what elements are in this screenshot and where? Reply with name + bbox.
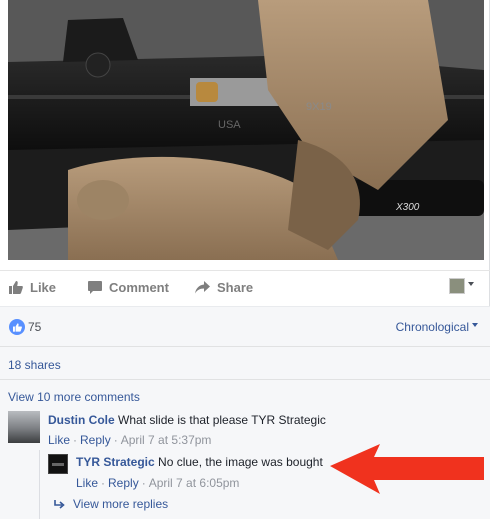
like-count[interactable]: 75 — [28, 320, 41, 334]
comment-timestamp[interactable]: April 7 at 5:37pm — [121, 433, 212, 447]
shares-link[interactable]: 18 shares — [8, 358, 61, 372]
comment-meta: Like · Reply · April 7 at 5:37pm — [48, 433, 211, 447]
view-more-replies-link[interactable]: View more replies — [54, 497, 168, 511]
comment-button[interactable]: Comment — [88, 280, 169, 295]
comment-author[interactable]: Dustin Cole — [48, 413, 115, 427]
view-more-comments-link[interactable]: View 10 more comments — [8, 390, 140, 404]
facebook-post: 9X19 USA X300 Like Comment Share 75 Chro… — [0, 0, 490, 519]
shares-row: 18 shares — [0, 346, 490, 379]
comment-order-dropdown[interactable]: Chronological — [396, 320, 478, 334]
share-button-label: Share — [217, 280, 254, 295]
like-button[interactable]: Like — [9, 280, 56, 295]
thumbs-up-icon — [12, 322, 22, 332]
comment-order-label: Chronological — [395, 320, 469, 334]
reply-thread-line — [39, 450, 40, 519]
reply-body: TYR Strategic No clue, the image was bou… — [76, 455, 323, 469]
share-arrow-icon — [195, 281, 210, 294]
reply-timestamp[interactable]: April 7 at 6:05pm — [149, 476, 240, 490]
reply-author[interactable]: TYR Strategic — [76, 455, 155, 469]
annotation-arrow — [330, 444, 484, 494]
speech-bubble-icon — [88, 281, 102, 294]
marking-x300: X300 — [395, 202, 420, 213]
thumbs-up-icon — [9, 281, 23, 294]
comment-like-link[interactable]: Like — [48, 433, 70, 447]
caret-down-icon[interactable] — [468, 282, 474, 286]
like-reaction-icon[interactable] — [9, 319, 25, 335]
avatar[interactable] — [8, 411, 40, 443]
comment-body: Dustin Cole What slide is that please TY… — [48, 413, 326, 427]
marking-9x19: 9X19 — [306, 101, 332, 113]
separator-dot: · — [101, 476, 106, 490]
post-photo[interactable]: 9X19 USA X300 — [8, 0, 484, 260]
marking-usa: USA — [218, 119, 241, 131]
reactions-summary: 75 Chronological — [0, 306, 490, 346]
pistol-photo-illustration: 9X19 USA X300 — [8, 0, 484, 260]
reply-like-link[interactable]: Like — [76, 476, 98, 490]
like-button-label: Like — [30, 280, 57, 295]
caret-down-icon — [472, 322, 478, 327]
comment-text: What slide is that please TYR Strategic — [118, 413, 326, 427]
separator-dot: · — [141, 476, 146, 490]
comment-button-label: Comment — [109, 280, 169, 295]
comment-reply-link[interactable]: Reply — [80, 433, 111, 447]
post-action-bar: Like Comment Share — [0, 270, 490, 304]
view-more-replies-label: View more replies — [73, 497, 169, 511]
separator-dot: · — [113, 433, 118, 447]
share-button[interactable]: Share — [195, 280, 253, 295]
reply-meta: Like · Reply · April 7 at 6:05pm — [76, 476, 239, 490]
reply-arrow-icon — [54, 499, 65, 509]
post-as-avatar[interactable] — [449, 278, 465, 294]
avatar[interactable] — [48, 454, 68, 474]
reply-reply-link[interactable]: Reply — [108, 476, 139, 490]
separator-dot: · — [73, 433, 78, 447]
reply-text: No clue, the image was bought — [158, 455, 323, 469]
